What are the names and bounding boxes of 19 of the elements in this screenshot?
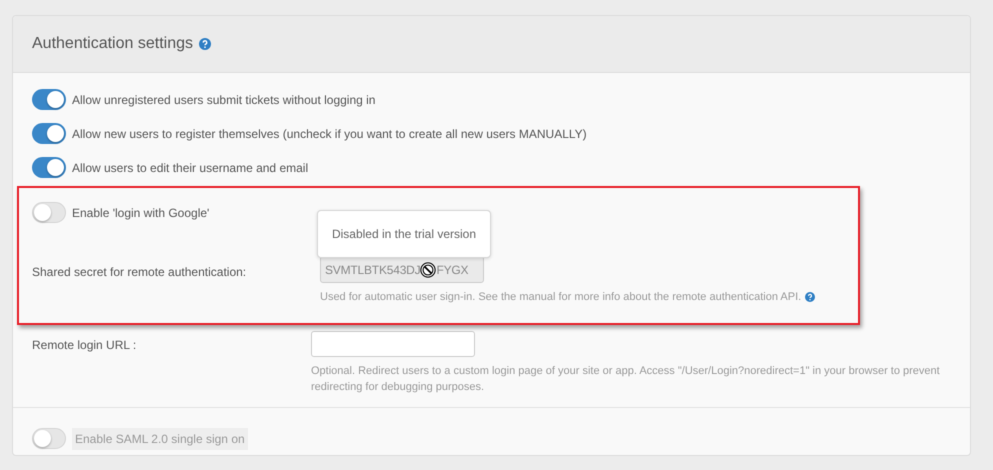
toggle-switch[interactable] — [32, 89, 66, 110]
toggle-switch[interactable] — [32, 123, 66, 144]
toggle-label: Enable 'login with Google' — [72, 204, 210, 222]
help-text: Optional. Redirect users to a custom login page of your site or app. Access "/User/Login?noredirect=1" in your browser to prevent redirecting for debugging purposes. — [311, 364, 941, 395]
toggle-label: Allow unregistered users submit tickets without logging in — [72, 92, 376, 108]
toggle-switch[interactable] — [32, 157, 66, 178]
not-allowed-cursor-icon — [420, 262, 436, 278]
tooltip: Disabled in the trial version — [317, 210, 491, 258]
field-label: Shared secret for remote authentication: — [32, 264, 248, 281]
toggle-switch[interactable] — [32, 202, 66, 223]
toggle-label: Allow users to edit their username and email — [72, 160, 308, 176]
remote-login-url-field[interactable] — [311, 331, 475, 357]
help-icon[interactable] — [805, 292, 816, 302]
help-text: Used for automatic user sign-in. See the manual for more info about the remote authentication API. — [320, 290, 802, 305]
toggle-label: Enable SAML 2.0 single sign on — [72, 428, 248, 450]
toggle-label: Allow new users to register themselves (uncheck if you want to create all new users MANUALLY) — [72, 126, 587, 142]
help-icon[interactable] — [199, 38, 211, 50]
panel-title: Authentication settings — [32, 34, 193, 54]
field-label: Remote login URL : — [32, 337, 138, 354]
